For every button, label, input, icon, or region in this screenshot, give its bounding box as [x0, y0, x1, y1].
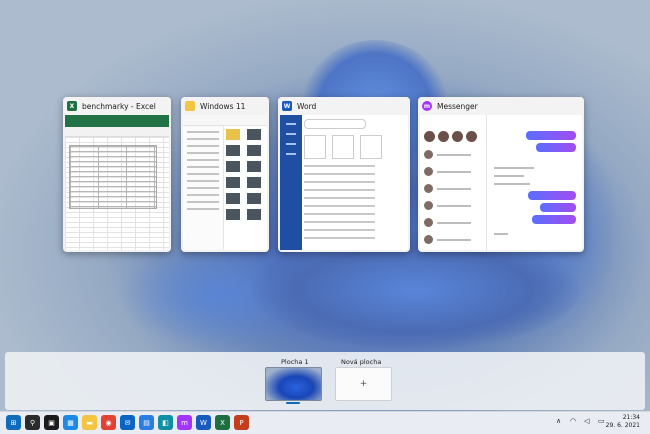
chrome-icon[interactable]: ◉: [101, 415, 116, 430]
excel-icon: X: [67, 101, 77, 111]
window-title: Word: [297, 101, 317, 111]
active-desktop-indicator: [286, 402, 300, 404]
task-view-icon[interactable]: ▣: [44, 415, 59, 430]
start-icon[interactable]: ⊞: [6, 415, 21, 430]
word-icon[interactable]: W: [196, 415, 211, 430]
powerpoint-icon[interactable]: P: [234, 415, 249, 430]
mail-icon[interactable]: ✉: [120, 415, 135, 430]
battery-icon[interactable]: ▭: [598, 417, 605, 425]
virtual-desktops-bar: Plocha 1 Nová plocha +: [5, 352, 645, 410]
window-messenger[interactable]: m Messenger: [418, 97, 584, 252]
window-preview: [420, 115, 582, 250]
window-title: benchmarky - Excel: [82, 101, 156, 111]
window-title-bar: W Word: [278, 97, 410, 115]
wifi-icon[interactable]: ◠: [570, 417, 576, 425]
clock-date: 29. 6. 2021: [605, 422, 640, 429]
file-explorer-icon[interactable]: ▬: [82, 415, 97, 430]
window-title-bar: m Messenger: [418, 97, 584, 115]
tray-chevron-icon[interactable]: ∧: [556, 417, 561, 425]
plus-icon: +: [359, 379, 368, 389]
sound-icon[interactable]: ◁: [584, 417, 589, 425]
window-word[interactable]: W Word: [278, 97, 410, 252]
window-title-bar: Windows 11: [181, 97, 269, 115]
desktop-1-label: Plocha 1: [281, 358, 309, 366]
search-icon[interactable]: ⚲: [25, 415, 40, 430]
word-icon: W: [282, 101, 292, 111]
excel-icon[interactable]: X: [215, 415, 230, 430]
window-preview: [65, 115, 169, 250]
store-icon[interactable]: ▤: [139, 415, 154, 430]
messenger-icon[interactable]: m: [177, 415, 192, 430]
widgets-icon[interactable]: ▦: [63, 415, 78, 430]
clock-time: 21:34: [622, 414, 640, 421]
clock[interactable]: 21:34 29. 6. 2021: [606, 414, 640, 430]
window-preview: [280, 115, 408, 250]
folder-icon: [185, 101, 195, 111]
window-preview: [183, 115, 267, 250]
taskbar: ⊞ ⚲ ▣ ▦ ▬ ◉ ✉ ▤ ◧ m W X P ∧ ◠ ◁ ▭ 21:34 29. 6. 2021: [0, 411, 650, 434]
window-file-explorer[interactable]: Windows 11: [181, 97, 269, 252]
desktop-1-thumbnail[interactable]: [265, 367, 322, 401]
new-desktop-button[interactable]: +: [335, 367, 392, 401]
window-title: Windows 11: [200, 101, 246, 111]
window-title: Messenger: [437, 101, 478, 111]
teams-chat-icon[interactable]: ◧: [158, 415, 173, 430]
messenger-icon: m: [422, 101, 432, 111]
window-title-bar: X benchmarky - Excel: [63, 97, 171, 115]
window-excel[interactable]: X benchmarky - Excel: [63, 97, 171, 252]
new-desktop-label: Nová plocha: [341, 358, 382, 366]
